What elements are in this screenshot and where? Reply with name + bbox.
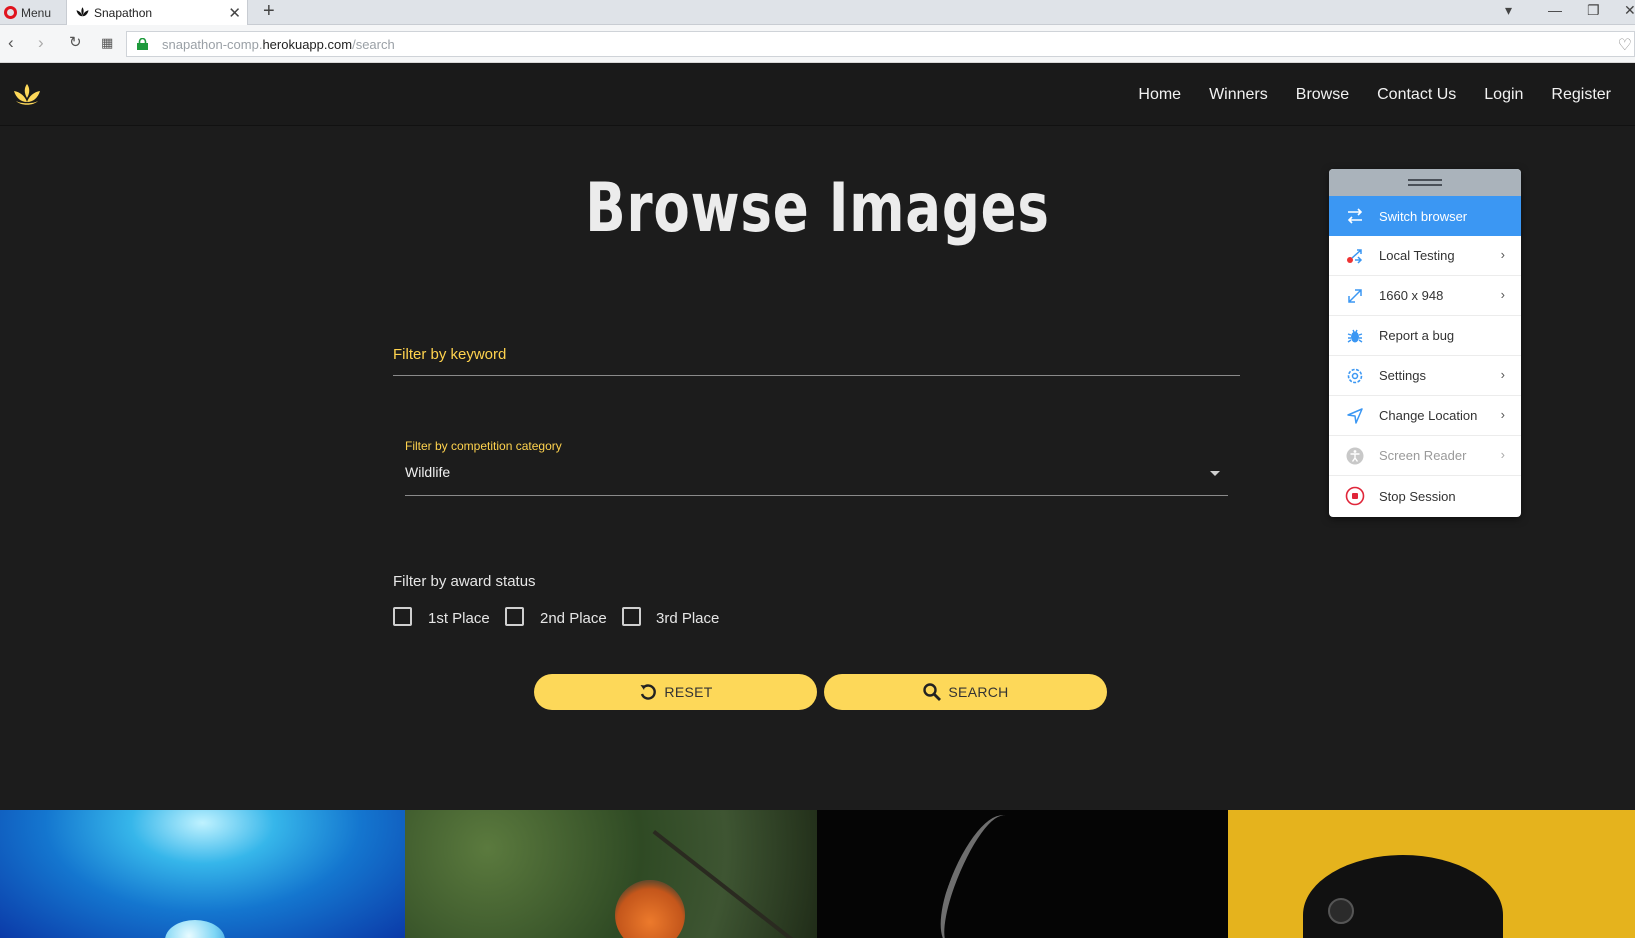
search-button-label: SEARCH	[948, 684, 1009, 700]
panel-item-stop-session[interactable]: Stop Session	[1329, 476, 1521, 516]
checkbox-2nd-place[interactable]	[505, 607, 524, 626]
category-select-underline	[405, 495, 1228, 496]
checkbox-label-3rd-place[interactable]: 3rd Place	[656, 610, 719, 627]
category-select[interactable]	[405, 457, 1228, 495]
chevron-right-icon: ›	[1500, 407, 1505, 422]
pug-eye-shape	[1328, 898, 1354, 924]
url-host: herokuapp.com	[262, 36, 353, 52]
panel-item-label: Settings	[1379, 368, 1426, 383]
jellyfish-shape	[165, 920, 225, 938]
search-icon	[923, 683, 942, 701]
robin-shape	[615, 880, 685, 938]
browser-address-row: ‹ › ↻ ▦ snapathon-comp. herokuapp.com/sea…	[0, 25, 1635, 63]
tab-menu-icon[interactable]: ▾	[1505, 2, 1512, 19]
panel-item-local-testing[interactable]: Local Testing ›	[1329, 236, 1521, 276]
panel-item-label: Switch browser	[1379, 208, 1468, 224]
back-icon[interactable]: ‹	[8, 33, 14, 53]
chevron-right-icon: ›	[1500, 247, 1505, 262]
checkbox-label-1st-place[interactable]: 1st Place	[428, 610, 490, 627]
checkbox-label-2nd-place[interactable]: 2nd Place	[540, 610, 607, 627]
gallery-image-water-splash[interactable]	[817, 810, 1228, 938]
panel-item-resolution[interactable]: 1660 x 948 ›	[1329, 276, 1521, 316]
gallery-image-pug[interactable]	[1228, 810, 1635, 938]
resize-icon	[1345, 286, 1365, 306]
browser-menu-label: Menu	[21, 5, 52, 20]
panel-item-label: Change Location	[1379, 408, 1478, 423]
bug-icon	[1345, 326, 1365, 346]
tab-close-icon[interactable]: ✕	[228, 4, 241, 22]
stop-icon	[1345, 486, 1365, 506]
nav-link-browse[interactable]: Browse	[1282, 86, 1363, 104]
nav-link-home[interactable]: Home	[1124, 86, 1195, 104]
reload-icon[interactable]: ↻	[69, 33, 82, 51]
panel-item-settings[interactable]: Settings ›	[1329, 356, 1521, 396]
new-tab-plus-icon[interactable]: +	[263, 0, 275, 23]
switch-icon	[1345, 206, 1365, 226]
pug-shape	[1303, 855, 1503, 938]
drag-grip-icon	[1408, 179, 1442, 186]
panel-item-screen-reader[interactable]: Screen Reader ›	[1329, 436, 1521, 476]
panel-item-report-bug[interactable]: Report a bug	[1329, 316, 1521, 356]
reset-undo-icon	[640, 684, 657, 700]
chevron-right-icon: ›	[1500, 447, 1505, 462]
keyword-input-placeholder[interactable]: Filter by keyword	[393, 346, 506, 363]
panel-item-label: Report a bug	[1379, 328, 1455, 343]
chevron-right-icon: ›	[1500, 287, 1505, 302]
opera-logo-icon	[4, 6, 17, 19]
nav-link-login[interactable]: Login	[1470, 86, 1537, 104]
gallery-image-jellyfish[interactable]	[0, 810, 405, 938]
panel-drag-handle[interactable]	[1329, 169, 1521, 196]
panel-item-label: Screen Reader	[1379, 448, 1467, 463]
panel-item-switch-browser[interactable]: Switch browser	[1329, 196, 1521, 236]
close-window-icon[interactable]: ✕	[1624, 2, 1635, 19]
award-filter-label: Filter by award status	[393, 573, 536, 590]
search-button[interactable]: SEARCH	[824, 674, 1107, 710]
snapathon-logo-icon[interactable]	[12, 82, 42, 108]
forward-icon[interactable]: ›	[38, 33, 44, 53]
splash-shape	[929, 810, 1025, 938]
gallery-image-robin[interactable]	[405, 810, 817, 938]
checkbox-1st-place[interactable]	[393, 607, 412, 626]
speed-dial-icon[interactable]: ▦	[101, 35, 113, 51]
url-prefix: snapathon-comp.	[162, 36, 263, 52]
local-testing-icon	[1345, 246, 1365, 266]
reset-button-label: RESET	[664, 684, 713, 700]
address-bar[interactable]: snapathon-comp. herokuapp.com/search ♡	[126, 31, 1635, 57]
minimize-icon[interactable]: —	[1548, 2, 1562, 18]
snapathon-favicon-icon	[76, 7, 89, 17]
site-navbar: Home Winners Browse Contact Us Login Reg…	[0, 63, 1635, 126]
panel-item-label: Local Testing	[1379, 248, 1455, 263]
location-arrow-icon	[1345, 406, 1365, 426]
restore-icon[interactable]: ❐	[1587, 2, 1600, 19]
secure-lock-icon	[137, 38, 148, 50]
url-path: /search	[352, 36, 395, 52]
image-gallery	[0, 810, 1635, 938]
browser-tab-title: Snapathon	[94, 5, 153, 20]
floating-tools-panel: Switch browser Local Testing › 1660 x 94…	[1329, 169, 1521, 517]
page-title: Browse Images	[585, 169, 1050, 248]
nav-links: Home Winners Browse Contact Us Login Reg…	[1124, 63, 1625, 126]
checkbox-3rd-place[interactable]	[622, 607, 641, 626]
gear-icon	[1345, 366, 1365, 386]
reset-button[interactable]: RESET	[534, 674, 817, 710]
nav-link-winners[interactable]: Winners	[1195, 86, 1282, 104]
accessibility-icon	[1345, 446, 1365, 466]
browser-tab-strip: Menu Snapathon ✕ + ▾ — ❐ ✕	[0, 0, 1635, 25]
bookmark-heart-icon[interactable]: ♡	[1618, 35, 1632, 55]
nav-link-contact-us[interactable]: Contact Us	[1363, 86, 1470, 104]
nav-link-register[interactable]: Register	[1537, 86, 1625, 104]
panel-item-label: 1660 x 948	[1379, 288, 1444, 303]
keyword-input[interactable]	[393, 375, 1240, 376]
browser-menu-button[interactable]: Menu	[4, 3, 51, 22]
browser-tab[interactable]: Snapathon ✕	[66, 0, 248, 25]
category-select-label: Filter by competition category	[405, 439, 562, 453]
chevron-right-icon: ›	[1500, 367, 1505, 382]
panel-item-label: Stop Session	[1379, 488, 1456, 504]
panel-item-change-location[interactable]: Change Location ›	[1329, 396, 1521, 436]
